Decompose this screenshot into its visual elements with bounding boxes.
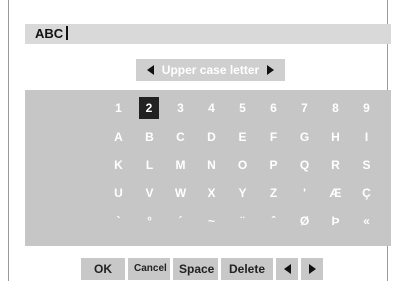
input-text-value: ABC: [35, 26, 69, 42]
key[interactable]: L: [134, 154, 165, 176]
triangle-left-icon: [283, 264, 291, 274]
key-selected[interactable]: 2: [139, 97, 159, 119]
triangle-left-icon[interactable]: [146, 65, 154, 75]
key[interactable]: S: [351, 154, 382, 176]
key[interactable]: Z: [258, 182, 289, 204]
key[interactable]: G: [289, 126, 320, 148]
key[interactable]: B: [134, 126, 165, 148]
key[interactable]: A: [103, 126, 134, 148]
key[interactable]: ': [289, 182, 320, 204]
key[interactable]: Đ: [382, 182, 397, 204]
text-input-field[interactable]: ABC: [25, 24, 391, 44]
key-row-symbols: ` ° ´ ~ ¨ ˆ Ø Þ « »: [103, 210, 397, 234]
character-mode-label: Upper case letter: [161, 63, 260, 77]
key[interactable]: U: [103, 182, 134, 204]
key[interactable]: ¨: [227, 210, 258, 232]
key[interactable]: C: [165, 126, 196, 148]
character-mode-selector[interactable]: Upper case letter: [136, 59, 285, 81]
key[interactable]: Ç: [351, 182, 382, 204]
key[interactable]: »: [382, 210, 397, 232]
ok-button[interactable]: OK: [81, 258, 125, 280]
on-screen-keyboard: 1 2 3 4 5 6 7 8 9 0 A B C D E F G H I J …: [25, 90, 397, 246]
triangle-right-icon[interactable]: [267, 65, 275, 75]
key[interactable]: 4: [196, 97, 227, 119]
text-cursor: [66, 26, 69, 40]
key[interactable]: Q: [289, 154, 320, 176]
key[interactable]: P: [258, 154, 289, 176]
key[interactable]: H: [320, 126, 351, 148]
key[interactable]: K: [103, 154, 134, 176]
key[interactable]: W: [165, 182, 196, 204]
key[interactable]: O: [227, 154, 258, 176]
key[interactable]: T: [382, 154, 397, 176]
key[interactable]: 8: [320, 97, 351, 119]
cursor-left-button[interactable]: [276, 258, 298, 280]
key[interactable]: E: [227, 126, 258, 148]
key[interactable]: N: [196, 154, 227, 176]
delete-button[interactable]: Delete: [221, 258, 273, 280]
key[interactable]: D: [196, 126, 227, 148]
key[interactable]: 9: [351, 97, 382, 119]
key[interactable]: 7: [289, 97, 320, 119]
key[interactable]: °: [134, 210, 165, 232]
key[interactable]: `: [103, 210, 134, 232]
key-row-digits: 1 2 3 4 5 6 7 8 9 0: [103, 97, 397, 121]
key-row-u-d: U V W X Y Z ' Æ Ç Đ: [103, 182, 397, 206]
key[interactable]: 1: [103, 97, 134, 119]
key[interactable]: 5: [227, 97, 258, 119]
key[interactable]: R: [320, 154, 351, 176]
cursor-right-button[interactable]: [301, 258, 323, 280]
key[interactable]: V: [134, 182, 165, 204]
key[interactable]: Ø: [289, 210, 320, 232]
key-row-k-t: K L M N O P Q R S T: [103, 154, 397, 178]
cancel-button[interactable]: Cancel: [128, 258, 170, 280]
space-button[interactable]: Space: [173, 258, 218, 280]
key[interactable]: I: [351, 126, 382, 148]
key[interactable]: Y: [227, 182, 258, 204]
key[interactable]: Þ: [320, 210, 351, 232]
key[interactable]: M: [165, 154, 196, 176]
key-row-a-j: A B C D E F G H I J: [103, 126, 397, 150]
key[interactable]: Æ: [320, 182, 351, 204]
key[interactable]: ˆ: [258, 210, 289, 232]
key[interactable]: 6: [258, 97, 289, 119]
action-bar: OK Cancel Space Delete: [81, 258, 323, 280]
key[interactable]: 0: [382, 97, 397, 119]
triangle-right-icon: [308, 264, 316, 274]
key[interactable]: F: [258, 126, 289, 148]
key[interactable]: ´: [165, 210, 196, 232]
key[interactable]: ~: [196, 210, 227, 232]
key[interactable]: X: [196, 182, 227, 204]
key[interactable]: 3: [165, 97, 196, 119]
key[interactable]: «: [351, 210, 382, 232]
key[interactable]: J: [382, 126, 397, 148]
